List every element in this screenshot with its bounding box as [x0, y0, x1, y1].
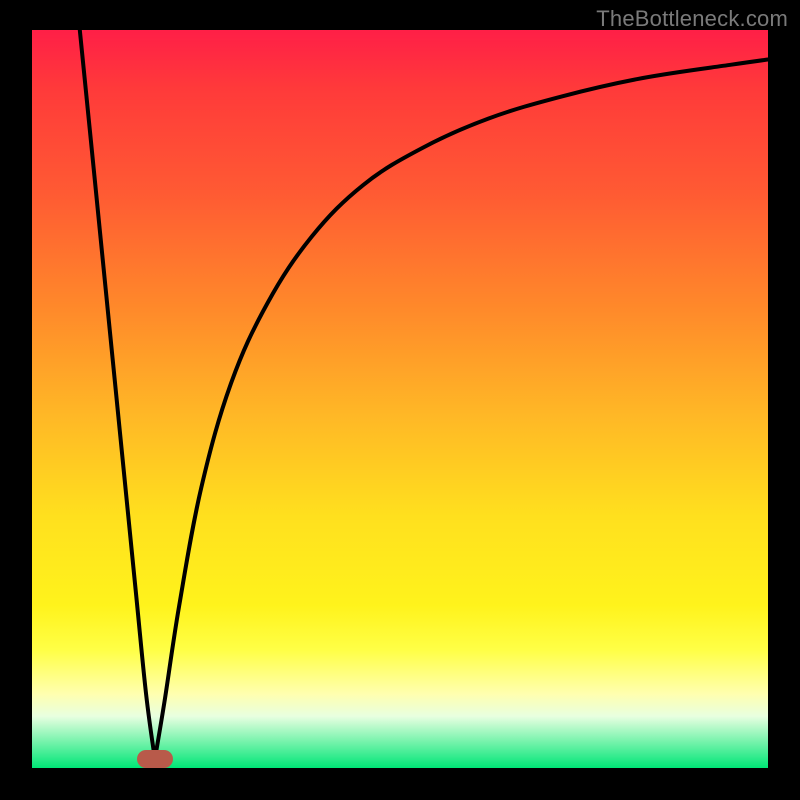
minimum-marker: [137, 750, 173, 768]
curve-layer: [32, 30, 768, 768]
watermark-text: TheBottleneck.com: [596, 6, 788, 32]
left-branch-path: [80, 30, 155, 759]
right-branch-path: [155, 60, 768, 760]
plot-area: [32, 30, 768, 768]
chart-frame: TheBottleneck.com: [0, 0, 800, 800]
